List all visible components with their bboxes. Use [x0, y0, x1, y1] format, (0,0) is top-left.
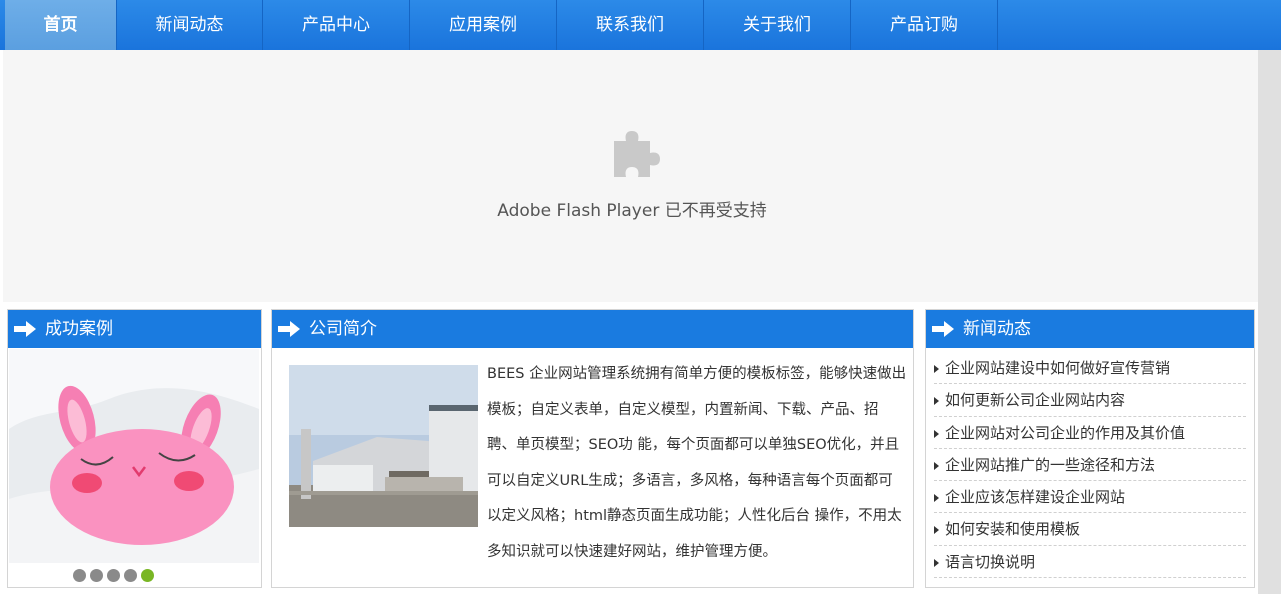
flash-banner: Adobe Flash Player 已不再受支持 — [0, 50, 1258, 302]
news-list: 企业网站建设中如何做好宣传营销 如何更新公司企业网站内容 企业网站对公司企业的作… — [926, 348, 1254, 579]
slide-dot-5-active[interactable] — [141, 569, 154, 582]
arrow-right-icon — [932, 321, 954, 337]
news-link[interactable]: 如何安装和使用模板 — [945, 520, 1080, 538]
about-panel: 公司简介 BEES 企业网站管理系统拥有简单方便的模板标签，能够快速做出模板；自… — [271, 309, 914, 588]
nav-item-news[interactable]: 新闻动态 — [117, 0, 263, 50]
news-link[interactable]: 如何更新公司企业网站内容 — [945, 391, 1125, 409]
news-list-item[interactable]: 如何安装和使用模板 — [934, 513, 1246, 546]
company-building-image — [289, 365, 478, 527]
bullet-icon — [934, 461, 939, 470]
about-panel-header: 公司简介 — [272, 310, 913, 348]
news-link[interactable]: 企业应该怎样建设企业网站 — [945, 488, 1125, 506]
bullet-icon — [934, 526, 939, 535]
news-link[interactable]: 企业网站对公司企业的作用及其价值 — [945, 424, 1185, 442]
news-list-item[interactable]: 企业应该怎样建设企业网站 — [934, 481, 1246, 514]
nav-item-order[interactable]: 产品订购 — [851, 0, 998, 50]
cases-panel-title: 成功案例 — [45, 319, 113, 339]
news-link[interactable]: 企业网站建设中如何做好宣传营销 — [945, 359, 1170, 377]
case-slide-image[interactable] — [9, 349, 259, 563]
bullet-icon — [934, 365, 939, 373]
news-list-item[interactable]: 语言切换说明 — [934, 546, 1246, 579]
news-list-item[interactable]: 如何更新公司企业网站内容 — [934, 384, 1246, 417]
main-nav: 首页 新闻动态 产品中心 应用案例 联系我们 关于我们 产品订购 — [0, 0, 1281, 50]
cases-panel: 成功案例 — [7, 309, 262, 588]
nav-item-products[interactable]: 产品中心 — [263, 0, 410, 50]
news-link[interactable]: 企业网站推广的一些途径和方法 — [945, 456, 1155, 474]
slide-dot-2[interactable] — [90, 569, 103, 582]
flash-unsupported-message: Adobe Flash Player 已不再受支持 — [497, 201, 767, 221]
nav-item-cases[interactable]: 应用案例 — [410, 0, 557, 50]
news-list-item[interactable]: 企业网站建设中如何做好宣传营销 — [934, 352, 1246, 385]
news-list-item[interactable]: 企业网站对公司企业的作用及其价值 — [934, 417, 1246, 449]
about-panel-title: 公司简介 — [309, 319, 377, 339]
nav-item-home[interactable]: 首页 — [5, 0, 117, 50]
bullet-icon — [934, 429, 939, 438]
slide-dot-3[interactable] — [107, 569, 120, 582]
scrollbar-track[interactable] — [1258, 50, 1281, 594]
bullet-icon — [934, 397, 939, 406]
cases-panel-header: 成功案例 — [8, 310, 261, 348]
slide-dot-1[interactable] — [73, 569, 86, 582]
bullet-icon — [934, 558, 939, 567]
news-panel-title: 新闻动态 — [963, 319, 1031, 339]
slide-indicator — [73, 567, 158, 582]
slide-dot-4[interactable] — [124, 569, 137, 582]
news-link[interactable]: 语言切换说明 — [945, 553, 1035, 571]
puzzle-piece-icon — [614, 131, 660, 177]
news-list-item[interactable]: 企业网站推广的一些途径和方法 — [934, 449, 1246, 482]
arrow-right-icon — [278, 321, 300, 337]
news-panel-header: 新闻动态 — [926, 310, 1254, 348]
arrow-right-icon — [14, 321, 36, 337]
company-intro-text: BEES 企业网站管理系统拥有简单方便的模板标签，能够快速做出模板；自定义表单，… — [487, 366, 907, 560]
news-panel: 新闻动态 企业网站建设中如何做好宣传营销 如何更新公司企业网站内容 企业网站对公… — [925, 309, 1255, 588]
bullet-icon — [934, 494, 939, 503]
nav-item-contact[interactable]: 联系我们 — [557, 0, 704, 50]
nav-item-about[interactable]: 关于我们 — [704, 0, 851, 50]
